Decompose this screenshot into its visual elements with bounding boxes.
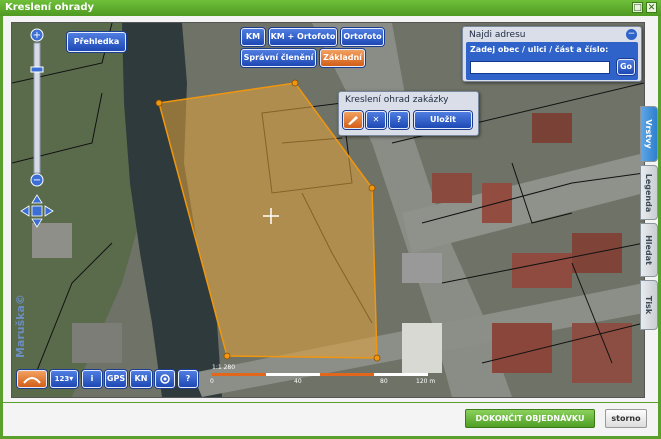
layer-zakladni-button[interactable]: Základní xyxy=(320,49,365,67)
address-panel: Najdi adresu − Zadej obec / ulici / část… xyxy=(462,26,642,82)
measure-button[interactable] xyxy=(17,370,47,388)
building xyxy=(572,233,622,273)
measure-icon xyxy=(23,377,41,384)
drawing-panel-title: Kreslení ohrad zakázky xyxy=(345,95,449,105)
info-button[interactable]: i xyxy=(82,370,102,388)
coordinates-button[interactable]: 123▾ xyxy=(50,370,78,388)
building xyxy=(432,173,472,203)
maximize-icon[interactable]: □ xyxy=(632,2,643,13)
scale-ratio: 1:1 280 xyxy=(212,364,236,371)
tab-vrstvy-label: Vrstvy xyxy=(644,119,653,149)
svg-text:−: − xyxy=(33,175,41,186)
locate-button[interactable] xyxy=(155,370,175,388)
close-icon[interactable]: ✕ xyxy=(646,2,657,13)
address-input[interactable] xyxy=(470,61,610,74)
fence-vertex[interactable] xyxy=(373,354,381,362)
go-button[interactable]: Go xyxy=(617,59,635,75)
scale-tick-0: 0 xyxy=(210,378,214,385)
building xyxy=(512,253,572,288)
delete-button[interactable]: ✕ xyxy=(366,111,386,129)
footer-divider xyxy=(3,402,658,403)
pan-center-icon[interactable] xyxy=(31,205,43,217)
pencil-icon xyxy=(348,116,358,125)
layer-ortofoto-button[interactable]: Ortofoto xyxy=(341,28,384,46)
building xyxy=(402,323,442,373)
address-search-box: Zadej obec / ulici / část a číslo: Go xyxy=(466,42,638,80)
zoom-slider-handle[interactable] xyxy=(30,66,44,73)
layer-km-button[interactable]: KM xyxy=(241,28,265,46)
tab-hledat-label: Hledat xyxy=(644,235,653,265)
cancel-button[interactable]: storno xyxy=(605,409,647,428)
save-button[interactable]: Uložit xyxy=(414,111,472,129)
drawing-help-button[interactable]: ? xyxy=(389,111,409,129)
scale-tick-40: 40 xyxy=(294,378,302,385)
address-label: Zadej obec / ulici / část a číslo: xyxy=(470,45,609,54)
finish-order-button[interactable]: DOKONČIT OBJEDNÁVKU xyxy=(465,409,595,428)
building xyxy=(532,113,572,143)
tab-legenda[interactable]: Legenda xyxy=(640,165,658,220)
fence-vertex[interactable] xyxy=(223,352,231,360)
tab-vrstvy[interactable]: Vrstvy xyxy=(640,106,658,162)
overview-button[interactable]: Přehledka xyxy=(67,32,126,52)
fence-vertex[interactable] xyxy=(291,79,299,87)
draw-tool-button[interactable] xyxy=(343,111,363,129)
tab-legenda-label: Legenda xyxy=(644,173,653,212)
svg-text:+: + xyxy=(33,30,41,41)
drawing-panel: Kreslení ohrad zakázky ✕ ? Uložit xyxy=(338,91,479,136)
tab-tisk[interactable]: Tisk xyxy=(640,280,658,330)
minimize-icon[interactable]: − xyxy=(626,29,637,40)
dialog-body: + − Maruška© Přehledka KM KM + Ortofoto … xyxy=(3,16,658,436)
tab-hledat[interactable]: Hledat xyxy=(640,223,658,277)
map-view[interactable]: + − Maruška© Přehledka KM KM + Ortofoto … xyxy=(11,22,645,398)
kn-button[interactable]: KN xyxy=(130,370,152,388)
building xyxy=(572,323,632,383)
address-panel-title: Najdi adresu xyxy=(469,30,526,40)
watermark: Maruška© xyxy=(14,294,27,358)
target-icon xyxy=(160,374,170,384)
building xyxy=(402,253,442,283)
scale-bar xyxy=(212,373,428,376)
fence-vertex[interactable] xyxy=(155,99,163,107)
scale-tick-120: 120 m xyxy=(416,378,436,385)
building xyxy=(72,323,122,363)
map-help-button[interactable]: ? xyxy=(178,370,198,388)
layer-spravni-cleneni-button[interactable]: Správní členění xyxy=(241,49,316,67)
layer-km-ortofoto-button[interactable]: KM + Ortofoto xyxy=(269,28,337,46)
title-bar: Kreslení ohrady □ ✕ xyxy=(0,0,661,16)
tab-tisk-label: Tisk xyxy=(644,295,653,315)
building xyxy=(32,223,72,258)
scale-tick-80: 80 xyxy=(380,378,388,385)
chevron-down-icon: ▾ xyxy=(69,374,74,383)
fence-vertex[interactable] xyxy=(368,184,376,192)
window-title: Kreslení ohrady xyxy=(5,2,94,13)
coordinates-label: 123 xyxy=(54,375,70,383)
zoom-slider-track[interactable] xyxy=(33,42,41,174)
gps-button[interactable]: GPS xyxy=(105,370,127,388)
